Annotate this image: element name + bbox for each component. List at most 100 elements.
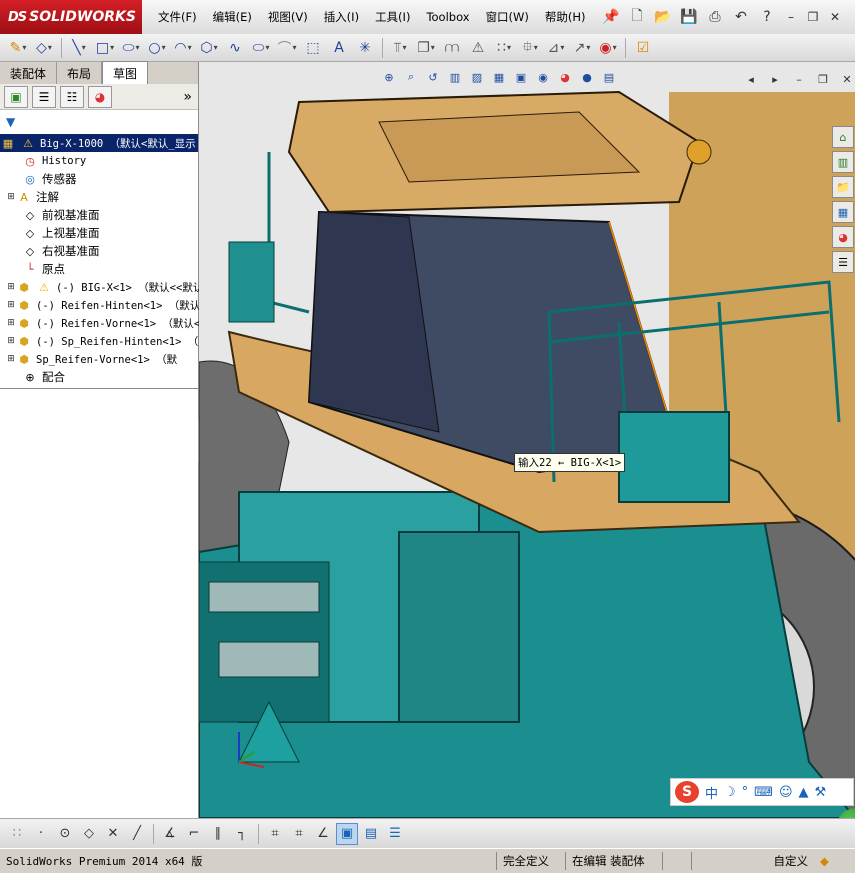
3d-view-icon[interactable]: ▣ [336, 822, 358, 845]
tab-assembly[interactable]: 装配体 [0, 62, 58, 84]
previous-view-icon[interactable]: ↺ [424, 68, 442, 86]
new-document-icon[interactable]: 🗋 [626, 6, 648, 28]
solidworks-resources-icon[interactable]: ⌂ [832, 126, 854, 148]
viewport-restore-icon[interactable]: ❐ [814, 70, 832, 88]
offset-entities-icon[interactable]: ⩋ [440, 37, 464, 59]
smart-dimension-icon[interactable]: ◇ [32, 37, 56, 59]
tab-sketch[interactable]: 草图 [102, 61, 149, 84]
punctuation-icon[interactable]: ° [742, 785, 749, 800]
print-icon[interactable]: ⎙ [704, 6, 726, 28]
graphics-area[interactable] [199, 62, 855, 818]
view-settings-icon[interactable]: ▤ [600, 68, 618, 86]
menu-toolbox[interactable]: Toolbox [418, 10, 477, 24]
tree-item-mates[interactable]: ⊕ 配合 [22, 368, 65, 386]
tree-item-component[interactable]: ⊞ ⬢ Sp_Reifen-Vorne<1> （默 [6, 350, 177, 368]
apply-scene-icon[interactable]: ● [578, 68, 596, 86]
quick-snaps-icon[interactable]: ◉ [596, 37, 620, 59]
trim-entities-icon[interactable]: ⫪ [388, 37, 412, 59]
line-icon[interactable]: ╲ [67, 37, 91, 59]
expand-icon[interactable]: ⊞ [6, 354, 16, 364]
fillet-icon[interactable]: ⌒ [275, 37, 299, 59]
minimize-icon[interactable]: – [782, 8, 800, 26]
close-icon[interactable]: ✕ [826, 8, 844, 26]
menu-help[interactable]: 帮助(H) [537, 9, 594, 25]
display-style-icon[interactable]: ▣ [512, 68, 530, 86]
point-icon[interactable]: ⬚ [301, 37, 325, 59]
mirror-entities-icon[interactable]: ⚠ [466, 37, 490, 59]
text-icon[interactable]: A [327, 37, 351, 59]
view-orientation-icon[interactable]: ▦ [490, 68, 508, 86]
dynamic-annotation-icon[interactable]: ▨ [468, 68, 486, 86]
tangent-snap-icon[interactable]: ∡ [159, 823, 181, 845]
tree-item-front-plane[interactable]: ◇ 前视基准面 [22, 206, 100, 224]
configuration-manager-icon[interactable]: ☷ [60, 85, 84, 108]
perpendicular-snap-icon[interactable]: ⌐ [183, 823, 205, 845]
tree-item-component[interactable]: ⊞ ⬢ ⚠ (-) BIG-X<1> （默认<<默认 [6, 278, 203, 296]
tools-icon[interactable]: ⚒ [815, 785, 827, 800]
ellipse-icon[interactable]: ⬭ [249, 37, 273, 59]
menu-window[interactable]: 窗口(W) [478, 9, 537, 25]
display-relations-icon[interactable]: ⊿ [544, 37, 568, 59]
tree-item-origin[interactable]: └ 原点 [22, 260, 65, 278]
tree-root[interactable]: ▦ ⚠ Big-X-1000 （默认<默认_显示 [0, 134, 198, 152]
feature-manager-icon[interactable]: ▣ [4, 85, 28, 108]
edit-appearance-icon[interactable]: ◕ [556, 68, 574, 86]
rapid-sketch-icon[interactable]: ☑ [631, 37, 655, 59]
expand-icon[interactable]: ⊞ [6, 282, 16, 292]
tree-item-component[interactable]: ⊞ ⬢ (-) Reifen-Hinten<1> （默认 [6, 296, 200, 314]
moon-icon[interactable]: ☽ [724, 785, 736, 800]
section-view-icon[interactable]: ▥ [446, 68, 464, 86]
user-icon[interactable]: ☺ [779, 785, 793, 800]
help-icon[interactable]: ? [756, 6, 778, 28]
tree-item-right-plane[interactable]: ◇ 右视基准面 [22, 242, 100, 260]
horizontal-snap-icon[interactable]: ┐ [231, 823, 253, 845]
menu-file[interactable]: 文件(F) [150, 9, 205, 25]
viewport-next-icon[interactable]: ▸ [766, 70, 784, 88]
open-folder-icon[interactable]: 📂 [652, 6, 674, 28]
status-tag-icon[interactable]: ◆ [820, 854, 829, 868]
menu-insert[interactable]: 插入(I) [316, 9, 367, 25]
circle-icon[interactable]: ○ [145, 37, 169, 59]
point-snap-icon[interactable]: · [30, 823, 52, 845]
zoom-to-area-icon[interactable]: ⌕ [402, 68, 420, 86]
undo-icon[interactable]: ↶ [730, 6, 752, 28]
list-view-icon[interactable]: ☰ [384, 823, 406, 845]
skin-icon[interactable]: ▲ [799, 785, 809, 800]
display-manager-icon[interactable]: ◕ [88, 85, 112, 108]
view-palette-icon[interactable]: ▦ [832, 201, 854, 223]
tree-item-sensors[interactable]: ◎ 传感器 [22, 170, 76, 188]
nearest-snap-icon[interactable]: ╱ [126, 823, 148, 845]
tree-item-top-plane[interactable]: ◇ 上视基准面 [22, 224, 100, 242]
filter-icon[interactable]: ▼ [6, 115, 15, 129]
appearances-icon[interactable]: ◕ [832, 226, 854, 248]
tab-layout[interactable]: 布局 [57, 62, 103, 84]
status-units[interactable]: 自定义 [691, 852, 814, 870]
more-panels-button[interactable]: » [183, 89, 192, 105]
sogou-logo-icon[interactable]: S [675, 781, 699, 803]
spline-icon[interactable]: ∿ [223, 37, 247, 59]
menu-view[interactable]: 视图(V) [260, 9, 316, 25]
property-manager-icon[interactable]: ☰ [32, 85, 56, 108]
tree-item-component[interactable]: ⊞ ⬢ (-) Sp_Reifen-Hinten<1> （ [6, 332, 198, 350]
file-explorer-icon[interactable]: 📁 [832, 176, 854, 198]
parallel-snap-icon[interactable]: ∥ [207, 823, 229, 845]
repair-sketch-icon[interactable]: ↗ [570, 37, 594, 59]
angle-snap-icon[interactable]: ∠ [312, 823, 334, 845]
keyboard-icon[interactable]: ⌨ [754, 785, 773, 800]
centerline-icon[interactable]: ✳ [353, 37, 377, 59]
expand-icon[interactable]: ⊞ [6, 336, 16, 346]
solidworks-logo[interactable]: DS SOLIDWORKS [0, 0, 142, 34]
zoom-to-fit-icon[interactable]: ⊕ [380, 68, 398, 86]
expand-icon[interactable]: ⊞ [6, 192, 16, 202]
ime-language-toggle[interactable]: 中 [705, 783, 718, 802]
restore-icon[interactable]: ❐ [804, 8, 822, 26]
menu-edit[interactable]: 编辑(E) [205, 9, 260, 25]
linear-pattern-icon[interactable]: ∷ [492, 37, 516, 59]
expand-icon[interactable]: ⊞ [6, 300, 16, 310]
sketch-icon[interactable]: ✎ [6, 37, 30, 59]
save-icon[interactable]: 💾 [678, 6, 700, 28]
grid-icon[interactable]: ⌗ [264, 823, 286, 845]
center-snap-icon[interactable]: ⊙ [54, 823, 76, 845]
grid-snap-icon[interactable]: ⌗ [288, 823, 310, 845]
custom-properties-icon[interactable]: ☰ [832, 251, 854, 273]
